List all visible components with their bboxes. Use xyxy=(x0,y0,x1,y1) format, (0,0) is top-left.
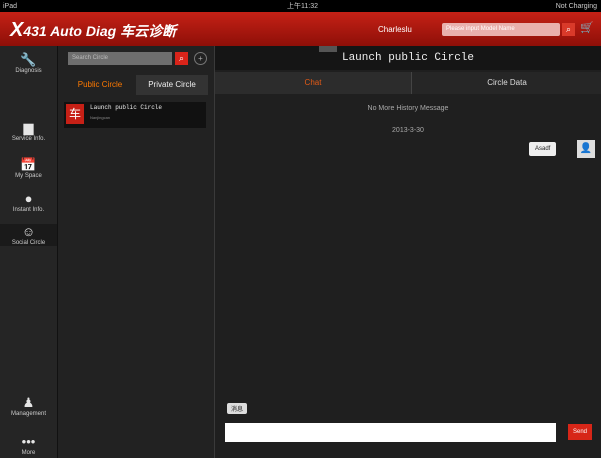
add-circle-icon[interactable]: + xyxy=(194,52,207,65)
smile-icon: ☺ xyxy=(21,224,36,239)
person-icon: ♟ xyxy=(22,395,35,410)
chat-title: Launch public Circle xyxy=(215,46,601,70)
circle-name: Launch public Circle xyxy=(90,104,163,111)
chat-bubble-icon: ● xyxy=(24,191,33,206)
circle-panel: Search Circle ⌕ + Public Circle Private … xyxy=(58,46,215,458)
device-label: iPad xyxy=(3,2,18,10)
cart-icon[interactable]: 🛒 xyxy=(580,21,596,41)
circle-avatar: 车 xyxy=(66,104,84,124)
username[interactable]: Charleslu xyxy=(378,25,412,34)
circle-list-item[interactable]: 车 Launch public Circle Nanjingcan xyxy=(64,102,206,128)
search-icon[interactable]: ⌕ xyxy=(175,52,188,65)
nav-item-diagnosis[interactable]: 🔧 Diagnosis xyxy=(0,52,57,74)
no-history-message[interactable]: No More History Message xyxy=(215,105,601,112)
nav-item-instant-info[interactable]: ● Instant Info. xyxy=(0,191,57,213)
folder-icon: ▆ xyxy=(23,120,34,135)
status-time: 上午11:32 xyxy=(287,3,318,10)
search-icon[interactable]: ⌕ xyxy=(562,23,575,36)
circle-search-input[interactable]: Search Circle xyxy=(68,52,172,65)
left-nav: 🔧 Diagnosis ▆ Service Info. 📅 My Space ●… xyxy=(0,46,58,458)
nav-item-more[interactable]: ••• More xyxy=(0,434,57,456)
nav-item-management[interactable]: ♟ Management xyxy=(0,395,57,417)
app-logo: X431 Auto Diag 车云诊断 xyxy=(10,19,177,41)
chat-panel: Launch public Circle Chat Circle Data No… xyxy=(215,46,601,458)
nav-item-my-space[interactable]: 📅 My Space xyxy=(0,157,57,179)
tab-circle-data[interactable]: Circle Data xyxy=(411,72,601,94)
tab-public-circle[interactable]: Public Circle xyxy=(64,75,136,95)
user-avatar-icon: 👤 xyxy=(577,140,595,158)
tab-chat[interactable]: Chat xyxy=(215,72,411,94)
send-button[interactable]: Send xyxy=(568,424,592,440)
calendar-icon: 📅 xyxy=(20,157,37,172)
nav-item-service-info[interactable]: ▆ Service Info. xyxy=(0,120,57,142)
title-marker xyxy=(319,46,337,52)
message-date: 2013-3-30 xyxy=(392,127,424,134)
title-bar: X431 Auto Diag 车云诊断 Charleslu Please inp… xyxy=(0,12,601,46)
message-bubble: Asadf xyxy=(529,142,557,156)
nav-item-social-circle[interactable]: ☺ Social Circle xyxy=(0,224,57,246)
status-bar: iPad 上午11:32 Not Charging xyxy=(0,0,601,12)
ellipsis-icon: ••• xyxy=(21,434,36,449)
wrench-icon: 🔧 xyxy=(20,52,37,67)
message-input[interactable] xyxy=(225,423,556,442)
message-tag[interactable]: 消息 xyxy=(227,403,248,414)
tab-private-circle[interactable]: Private Circle xyxy=(136,75,208,95)
model-search-input[interactable]: Please input Model Name xyxy=(442,23,560,36)
battery-status: Not Charging xyxy=(555,2,597,10)
circle-owner: Nanjingcan xyxy=(90,115,111,120)
